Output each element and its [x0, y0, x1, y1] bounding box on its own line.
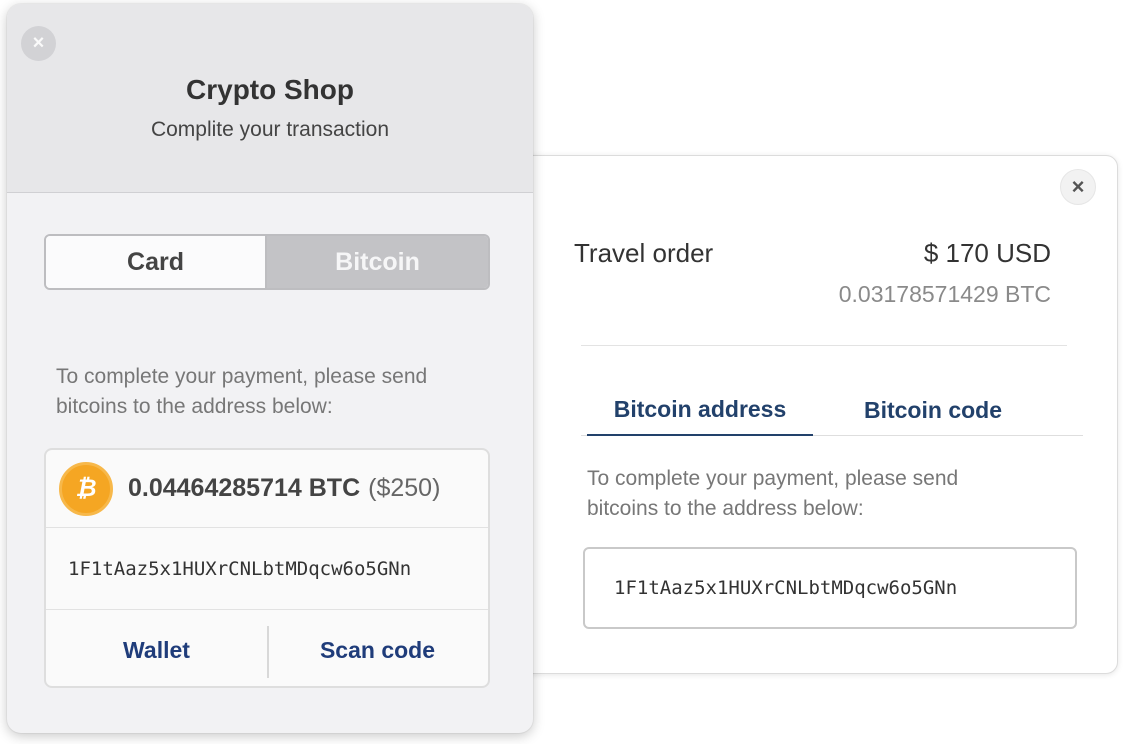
close-icon[interactable]: × [21, 26, 56, 61]
bitcoin-address-field[interactable]: 1F1tAaz5x1HUXrCNLbtMDqcw6o5GNn [46, 528, 488, 610]
scan-code-button[interactable]: Scan code [267, 610, 488, 686]
order-price-btc: 0.03178571429 BTC [838, 281, 1051, 307]
card-option-button[interactable]: Card [46, 236, 267, 288]
divider [581, 345, 1067, 346]
amount-usd: ($250) [368, 474, 441, 502]
page-title: Crypto Shop [186, 74, 354, 105]
amount-btc: 0.04464285714 BTC [128, 474, 361, 502]
close-icon[interactable]: × [1060, 169, 1096, 205]
amount-row: ₿ 0.04464285714 BTC ($250) [46, 450, 488, 528]
payment-instructions: To complete your payment, please send bi… [587, 467, 959, 520]
bitcoin-payment-modal-back: × Travel order $ 170 USD 0.03178571429 B… [500, 155, 1118, 674]
bitcoin-icon: ₿ [59, 461, 113, 516]
action-row: Wallet Scan code [46, 610, 488, 686]
order-title: Travel order [574, 238, 714, 268]
divider [267, 626, 269, 678]
bitcoin-option-button[interactable]: Bitcoin [267, 236, 488, 288]
payment-method-toggle: Card Bitcoin [44, 234, 490, 290]
tab-bar: Bitcoin address Bitcoin code [581, 384, 1083, 436]
tab-bitcoin-code[interactable]: Bitcoin code [833, 384, 1033, 436]
payment-card: ₿ 0.04464285714 BTC ($250) 1F1tAaz5x1HUX… [44, 448, 490, 688]
order-price-usd: $ 170 USD [923, 238, 1051, 268]
wallet-button[interactable]: Wallet [46, 610, 267, 686]
crypto-shop-modal: × Crypto Shop Complite your transaction … [7, 4, 533, 733]
page-subtitle: Complite your transaction [150, 118, 390, 141]
payment-instructions: To complete your payment, please send bi… [56, 365, 428, 418]
bitcoin-address-field[interactable]: 1F1tAaz5x1HUXrCNLbtMDqcw6o5GNn [583, 547, 1077, 629]
modal-header: × Crypto Shop Complite your transaction [7, 4, 533, 193]
tab-bitcoin-address[interactable]: Bitcoin address [587, 384, 813, 436]
